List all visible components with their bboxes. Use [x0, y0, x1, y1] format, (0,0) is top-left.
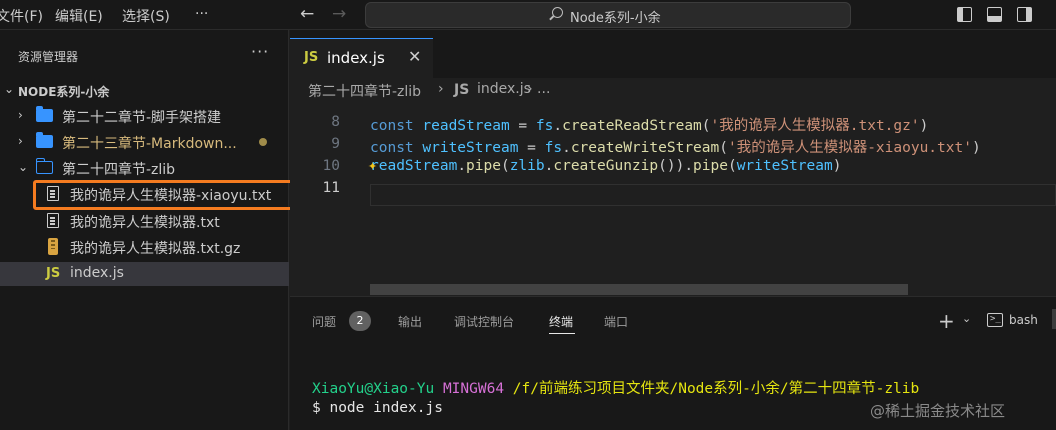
title-bar: 文件(F) 编辑(E) 选择(S) ··· ← → Node系列-小余 — [0, 0, 1056, 30]
tree-file-txt[interactable]: 我的诡异人生模拟器.txt — [0, 209, 289, 233]
forward-arrow-icon[interactable]: → — [332, 4, 346, 24]
line-number: 11 — [322, 180, 340, 196]
toggle-panel-icon[interactable] — [987, 7, 1002, 22]
line-number: 8 — [331, 114, 340, 130]
code-line[interactable]: readStream.pipe(zlib.createGunzip()).pip… — [370, 158, 841, 174]
toggle-primary-sidebar-icon[interactable] — [957, 7, 972, 22]
tab-label: index.js — [327, 49, 385, 67]
explorer-sidebar: 资源管理器 ··· ⌄ NODE系列-小余 › 第二十二章节-脚手架搭建 › 第… — [0, 30, 289, 430]
tree-item-label: 我的诡异人生模拟器.txt — [70, 215, 220, 231]
breadcrumb-separator: › — [438, 81, 444, 97]
menu-file[interactable]: 文件(F) — [0, 6, 43, 26]
command-center-label: Node系列-小余 — [570, 11, 661, 26]
panel-tab-problems[interactable]: 问题 — [312, 313, 336, 330]
editor-tab-bar: JS index.js ✕ — [290, 30, 1056, 78]
panel-tab-ports[interactable]: 端口 — [604, 313, 628, 330]
chevron-right-icon: › — [18, 134, 23, 148]
tree-item-label: 第二十二章节-脚手架搭建 — [62, 110, 222, 126]
line-number: 10 — [322, 158, 340, 174]
chevron-down-icon[interactable]: ⌄ — [962, 312, 971, 325]
terminal-prompt-line: XiaoYu@Xiao-Yu MINGW64 /f/前端练习项目文件夹/Node… — [312, 377, 919, 398]
tree-item-label: index.js — [70, 265, 124, 281]
line-number: 9 — [331, 136, 340, 152]
watermark: @稀土掘金技术社区 — [870, 402, 1006, 420]
js-file-icon: JS — [454, 82, 470, 98]
close-icon[interactable]: ✕ — [408, 47, 421, 66]
zip-file-icon — [48, 238, 58, 255]
breadcrumb: 第二十四章节-zlib › JS index.js › ... — [290, 78, 1056, 104]
chevron-down-icon: ⌄ — [18, 160, 29, 174]
tree-item-label: 第二十三章节-Markdown... — [62, 136, 237, 152]
terminal-command-line[interactable]: $ node index.js — [312, 400, 443, 416]
explorer-title: 资源管理器 — [18, 50, 79, 64]
explorer-more-actions[interactable]: ··· — [251, 42, 269, 61]
modified-dot-icon — [259, 138, 267, 146]
toggle-secondary-sidebar-icon[interactable] — [1017, 7, 1032, 22]
terminal-system: MINGW64 — [442, 381, 505, 397]
menu-more[interactable]: ··· — [195, 6, 208, 22]
tree-file-xiaoyu-txt[interactable]: 我的诡异人生模拟器-xiaoyu.txt — [0, 182, 289, 206]
panel-divider — [1052, 309, 1056, 329]
problems-count-badge: 2 — [349, 311, 371, 331]
js-file-icon: JS — [46, 266, 61, 281]
folder-icon — [36, 132, 53, 148]
tree-file-txt-gz[interactable]: 我的诡异人生模拟器.txt.gz — [0, 235, 289, 259]
breadcrumb-folder[interactable]: 第二十四章节-zlib — [308, 81, 421, 101]
lightbulb-icon[interactable]: ✦ — [368, 156, 377, 174]
terminal-icon: >_ — [987, 313, 1003, 327]
code-line[interactable]: const readStream = fs.createReadStream('… — [370, 114, 928, 135]
chevron-down-icon: ⌄ — [4, 82, 15, 96]
horizontal-scrollbar[interactable] — [370, 284, 908, 295]
panel-tab-output[interactable]: 输出 — [398, 313, 422, 330]
command-center-search[interactable]: Node系列-小余 — [365, 2, 851, 28]
code-line[interactable]: const writeStream = fs.createWriteStream… — [370, 136, 981, 157]
tree-folder-ch24[interactable]: ⌄ 第二十四章节-zlib — [0, 156, 289, 180]
terminal-path: /f/前端练习项目文件夹/Node系列-小余/第二十四章节-zlib — [512, 381, 920, 397]
panel-tab-debug-console[interactable]: 调试控制台 — [454, 313, 514, 330]
current-line-highlight — [370, 184, 1056, 206]
panel-tab-terminal[interactable]: 终端 — [549, 313, 573, 330]
workspace-root[interactable]: ⌄ NODE系列-小余 — [0, 80, 289, 102]
tab-index-js[interactable]: JS index.js ✕ — [290, 38, 433, 78]
tree-file-index-js[interactable]: JS index.js — [0, 262, 289, 286]
text-file-icon — [47, 213, 59, 228]
folder-open-icon — [35, 158, 53, 174]
terminal-user-host: XiaoYu@Xiao-Yu — [312, 381, 435, 397]
active-tab-underline — [549, 333, 575, 334]
tree-item-label: 我的诡异人生模拟器.txt.gz — [70, 241, 241, 257]
tree-folder-ch23[interactable]: › 第二十三章节-Markdown... — [0, 130, 289, 154]
breadcrumb-tail[interactable]: › ... — [527, 81, 550, 97]
tree-folder-ch22[interactable]: › 第二十二章节-脚手架搭建 — [0, 104, 289, 128]
menu-selection[interactable]: 选择(S) — [122, 6, 170, 26]
tree-item-label: 第二十四章节-zlib — [62, 162, 176, 178]
workspace-label: NODE系列-小余 — [18, 85, 110, 99]
folder-icon — [36, 106, 53, 122]
terminal-shell-label[interactable]: bash — [1009, 313, 1038, 327]
breadcrumb-file[interactable]: index.js — [477, 81, 531, 97]
chevron-right-icon: › — [18, 108, 23, 122]
js-file-icon: JS — [304, 50, 319, 65]
tree-item-label: 我的诡异人生模拟器-xiaoyu.txt — [70, 188, 272, 204]
search-icon — [552, 7, 563, 18]
new-terminal-plus-icon[interactable]: + — [938, 309, 955, 333]
code-editor[interactable]: 8 const readStream = fs.createReadStream(… — [290, 104, 1056, 296]
menu-edit[interactable]: 编辑(E) — [55, 6, 103, 26]
back-arrow-icon[interactable]: ← — [300, 4, 314, 24]
text-file-icon — [47, 186, 59, 201]
